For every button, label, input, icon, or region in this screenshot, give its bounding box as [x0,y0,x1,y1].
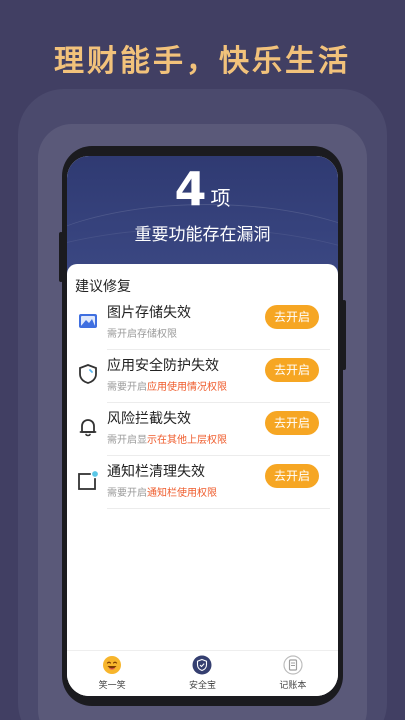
header-subtitle: 重要功能存在漏洞 [134,225,271,245]
item-description: 需开启存储权限 [107,329,177,340]
phone-side-button [59,232,63,282]
tab-label: 记账本 [279,681,307,691]
item-name: 应用安全防护失效 [107,358,219,374]
image-icon [79,314,97,328]
item-name: 图片存储失效 [107,305,191,321]
item-description: 需要开启通知栏使用权限 [107,488,217,499]
bottom-tab-bar: 笑一笑 安全宝 记账本 [67,650,338,696]
fix-suggestions-card: 建议修复 图片存储失效 需开启存储权限 去开启 应用安全防护失效 需要开启应用使… [67,264,338,696]
item-name: 风险拦截失效 [107,411,191,427]
enable-button[interactable]: 去开启 [265,411,319,435]
shield-icon [192,655,212,675]
divider [107,508,330,509]
divider [107,455,330,456]
promo-title: 理财能手，快乐生活 [54,44,351,79]
bell-icon [79,419,97,437]
list-item-image-storage: 图片存储失效 需开启存储权限 去开启 [67,298,338,350]
enable-button[interactable]: 去开启 [265,358,319,382]
item-description: 需要开启应用使用情况权限 [107,382,227,393]
notification-icon [78,469,99,490]
tab-label: 安全宝 [188,681,216,691]
divider [107,349,330,350]
app-screen: 4项 重要功能存在漏洞 建议修复 图片存储失效 需开启存储权限 去开启 应用安全… [67,156,338,696]
issue-count: 4项 [67,162,338,216]
tab-ledger[interactable]: 记账本 [248,651,338,696]
ledger-icon [283,655,303,675]
tab-security[interactable]: 安全宝 [157,651,247,696]
smile-icon [103,656,122,674]
enable-button[interactable]: 去开启 [265,464,319,488]
phone-side-button [342,300,346,370]
issue-count-unit: 项 [210,186,231,210]
divider [107,402,330,403]
shield-icon [79,364,97,384]
issue-count-number: 4 [174,162,207,216]
list-item-app-protection: 应用安全防护失效 需要开启应用使用情况权限 去开启 [67,351,338,403]
enable-button[interactable]: 去开启 [265,305,319,329]
item-name: 通知栏清理失效 [107,464,205,480]
tab-smile[interactable]: 笑一笑 [67,651,157,696]
section-title: 建议修复 [75,279,131,295]
tab-label: 笑一笑 [98,681,126,691]
item-description: 需开启显示在其他上层权限 [107,435,227,446]
list-item-notification-clean: 通知栏清理失效 需要开启通知栏使用权限 去开启 [67,457,338,509]
list-item-risk-intercept: 风险拦截失效 需开启显示在其他上层权限 去开启 [67,404,338,456]
